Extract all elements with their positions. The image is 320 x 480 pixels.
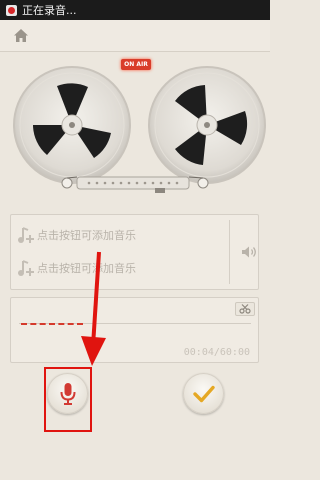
recorded-waveform xyxy=(21,323,83,325)
add-music-item[interactable]: 点击按钮可添加音乐 xyxy=(17,255,217,281)
right-tape-reel xyxy=(148,66,266,184)
trim-button[interactable] xyxy=(235,302,255,316)
tape-head-mechanism xyxy=(61,176,209,193)
recording-timer: 00:04/60:00 xyxy=(183,347,250,358)
add-music-item[interactable]: 点击按钮可添加音乐 xyxy=(17,222,217,248)
music-note-add-icon xyxy=(18,227,34,243)
music-playlist: 点击按钮可添加音乐 点击按钮可添加音乐 xyxy=(10,214,259,290)
divider xyxy=(229,220,230,284)
recording-waveform-panel: 00:04/60:00 xyxy=(10,297,259,363)
recording-indicator-icon xyxy=(6,4,17,16)
annotation-arrow-icon xyxy=(81,251,106,366)
confirm-button[interactable] xyxy=(183,373,224,414)
status-text: 正在录音... xyxy=(22,4,77,17)
status-bar: 正在录音... xyxy=(0,0,270,20)
annotation-highlight-box xyxy=(44,367,92,432)
add-music-label: 点击按钮可添加音乐 xyxy=(37,229,136,242)
home-icon[interactable] xyxy=(12,27,30,45)
top-bar xyxy=(0,20,270,52)
left-tape-reel xyxy=(13,66,131,184)
checkmark-icon xyxy=(192,385,215,402)
scissors-icon xyxy=(239,304,251,314)
music-note-add-icon xyxy=(18,260,34,276)
speaker-icon[interactable] xyxy=(240,243,258,261)
